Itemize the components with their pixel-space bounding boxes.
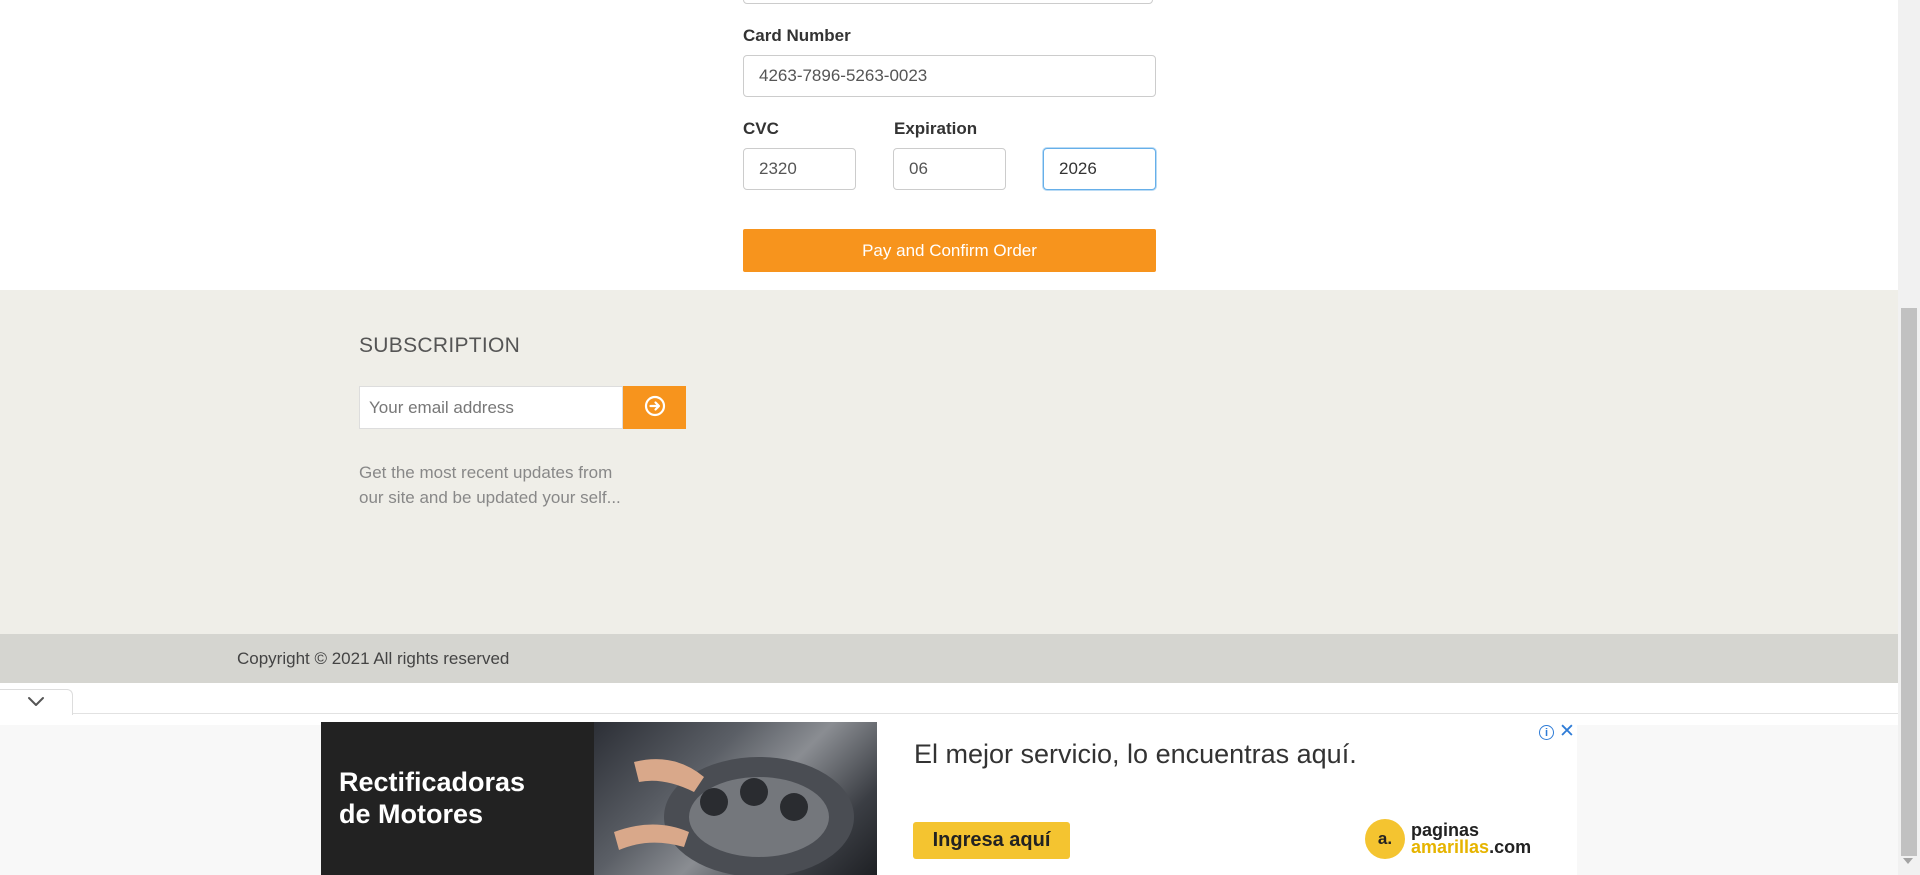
- ad-cta-button[interactable]: Ingresa aquí: [913, 822, 1070, 859]
- expiration-month-input[interactable]: [893, 148, 1006, 190]
- ad-dock: Rectificadoras de Motores El mejor servi…: [0, 689, 1898, 875]
- subscription-email-input[interactable]: [359, 386, 623, 429]
- subscription-title: SUBSCRIPTION: [359, 334, 521, 357]
- subscription-description: Get the most recent updates from our sit…: [359, 460, 659, 510]
- copyright-text: Copyright © 2021 All rights reserved: [237, 649, 510, 668]
- footer: SUBSCRIPTION Get the most recent updates…: [0, 290, 1898, 634]
- ad-collapse-tab[interactable]: [0, 689, 73, 715]
- description-line: our site and be updated your self...: [359, 488, 621, 507]
- ad-brand-text: paginas amarillas.com: [1411, 821, 1532, 857]
- ad-headline: El mejor servicio, lo encuentras aquí.: [914, 739, 1357, 769]
- copyright-bar: Copyright © 2021 All rights reserved: [0, 634, 1898, 683]
- payment-form: Card Number CVC Expiration Pay and Confi…: [0, 0, 1898, 290]
- cvc-label: CVC: [743, 119, 779, 138]
- expiration-year-input[interactable]: [1043, 148, 1156, 190]
- chevron-down-icon: [27, 694, 45, 712]
- cvc-input[interactable]: [743, 148, 856, 190]
- ad-brand-mark: a.: [1365, 819, 1405, 859]
- ad-close-icon[interactable]: ✕: [1559, 722, 1575, 742]
- scroll-down-arrow-icon[interactable]: [1903, 858, 1913, 864]
- card-number-label: Card Number: [743, 26, 851, 45]
- expiration-label: Expiration: [894, 119, 978, 138]
- ad-engine-image: [594, 722, 877, 875]
- ad-brand-suffix: .com: [1489, 837, 1532, 857]
- description-line: Get the most recent updates from: [359, 463, 613, 482]
- subscribe-button[interactable]: [623, 386, 686, 429]
- ad-banner[interactable]: Rectificadoras de Motores El mejor servi…: [321, 722, 1577, 875]
- circle-arrow-right-icon: [644, 395, 666, 420]
- previous-field-edge[interactable]: [743, 0, 1153, 4]
- ad-brand-line: amarillas: [1411, 837, 1490, 857]
- ad-info-icon[interactable]: i: [1539, 725, 1554, 740]
- scrollbar-thumb[interactable]: [1901, 308, 1917, 856]
- ad-brand-logo: a. paginas amarillas.com: [1365, 819, 1531, 859]
- pay-confirm-order-button[interactable]: Pay and Confirm Order: [743, 229, 1156, 272]
- ad-left-panel: Rectificadoras de Motores: [321, 722, 594, 875]
- ad-left-text: Rectificadoras de Motores: [339, 767, 526, 829]
- card-number-input[interactable]: [743, 55, 1156, 97]
